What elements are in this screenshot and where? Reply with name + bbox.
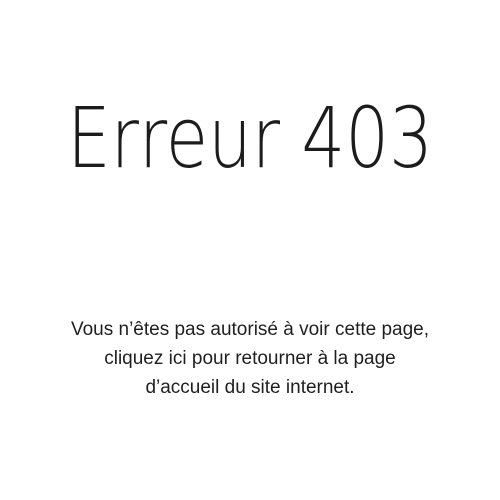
error-code: 403 xyxy=(301,89,433,187)
error-message: Vous n’êtes pas autorisé à voir cette pa… xyxy=(20,315,480,402)
error-title-word: Erreur xyxy=(67,89,281,187)
message-line-2: cliquez ici pour retourner à la page xyxy=(20,344,480,373)
error-page: Erreur 403 Vous n’êtes pas autorisé à voi… xyxy=(0,0,500,500)
error-title: Erreur 403 xyxy=(45,96,455,180)
message-line-1: Vous n’êtes pas autorisé à voir cette pa… xyxy=(70,319,430,340)
home-link[interactable]: cliquez ici xyxy=(104,348,186,369)
message-line-3: d’accueil du site internet. xyxy=(145,377,355,398)
message-line-2-text: pour retourner à la page xyxy=(186,348,396,369)
